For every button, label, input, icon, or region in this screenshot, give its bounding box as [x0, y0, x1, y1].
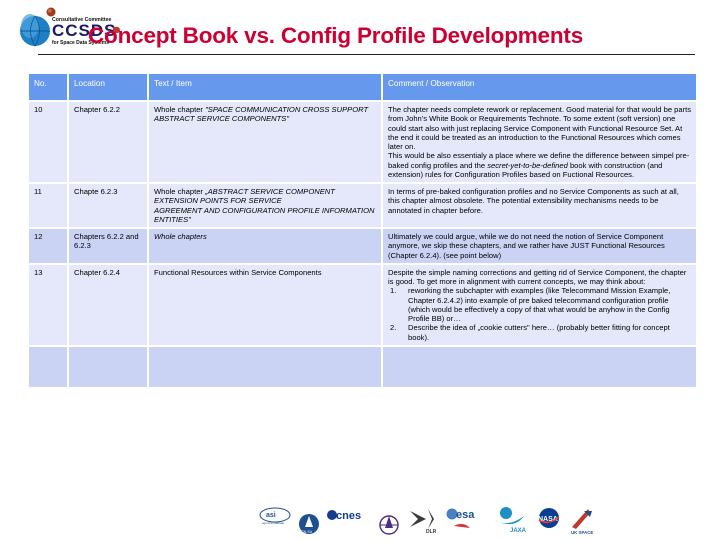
text-italic: Whole chapters: [154, 232, 207, 241]
svg-text:agenzia spaziale: agenzia spaziale: [262, 521, 285, 525]
column-header-no: No.: [29, 74, 67, 100]
comment-paragraph-1: The chapter needs complete rework or rep…: [388, 105, 692, 151]
uk-space-agency-logo-icon: UK SPACE: [571, 509, 593, 535]
comment-numbered-list: 1. reworking the subchapter with examples…: [388, 286, 692, 342]
cell-text: Whole chapter „ABSTRACT SERVICE COMPONEN…: [149, 184, 381, 227]
cas-logo-icon: CN-SA: [299, 514, 319, 534]
cell-no: 12: [29, 229, 67, 263]
svg-text:JAXA: JAXA: [510, 528, 527, 534]
text-italic-line3: ENTITIES": [154, 214, 191, 224]
agency-logo-strip: asi agenzia spaziale CN-SA cnes DLR esa …: [258, 503, 658, 537]
list-item: 1. reworking the subchapter with examples…: [388, 286, 692, 323]
cell-location: Chapters 6.2.2 and 6.2.3: [69, 229, 147, 263]
svg-text:DLR: DLR: [426, 529, 437, 535]
csa-logo-icon: [379, 515, 399, 535]
cell-text: Functional Resources within Service Comp…: [149, 264, 381, 345]
list-item-number: 2.: [390, 323, 397, 333]
review-comments-table: No. Location Text / Item Comment / Obser…: [27, 72, 698, 389]
esa-logo-icon: esa: [446, 508, 475, 528]
cell-comment: In terms of pre-baked configuration prof…: [383, 184, 696, 227]
page-title: Concept Book vs. Config Profile Developm…: [88, 23, 584, 48]
cell-text: Whole chapters: [149, 229, 381, 263]
table-row-empty: [29, 346, 696, 387]
table-row: 11 Chapte 6.2.3 Whole chapter „ABSTRACT …: [29, 184, 696, 227]
cell-location: Chapter 6.2.2: [69, 102, 147, 182]
svg-text:asi: asi: [266, 512, 276, 519]
cell-no: 13: [29, 264, 67, 345]
dlr-logo-icon: DLR: [410, 509, 437, 535]
column-header-comment: Comment / Observation: [383, 74, 696, 100]
comment-paragraph-1: Ultimately we could argue, while we do n…: [388, 232, 665, 260]
text-plain: Whole chapter: [154, 187, 206, 196]
svg-text:UK SPACE: UK SPACE: [571, 530, 593, 535]
nasa-logo-icon: NASA: [538, 508, 560, 528]
cell-text-content: Whole chapter „ABSTRACT SERVICE COMPONEN…: [154, 187, 377, 206]
cell-no: 10: [29, 102, 67, 182]
text-plain: Functional Resources within Service Comp…: [154, 267, 322, 277]
cell-text-empty: [149, 346, 381, 387]
cell-no-empty: [29, 346, 67, 387]
column-header-text: Text / Item: [149, 74, 381, 100]
cell-text-content: Whole chapter "SPACE COMMUNICATION CROSS…: [154, 105, 377, 124]
list-item-text: reworking the subchapter with examples (…: [408, 286, 671, 323]
title-divider: [38, 54, 695, 55]
svg-text:CN-SA: CN-SA: [301, 530, 313, 534]
svg-text:cnes: cnes: [336, 510, 361, 522]
comment-paragraph-1: Despite the simple naming corrections an…: [388, 267, 687, 286]
comment-paragraph-1: In terms of pre-baked configuration prof…: [388, 187, 679, 215]
cell-location: Chapter 6.2.4: [69, 264, 147, 345]
table-header-row: No. Location Text / Item Comment / Obser…: [29, 74, 696, 100]
cell-text: Whole chapter "SPACE COMMUNICATION CROSS…: [149, 102, 381, 182]
cell-location-empty: [69, 346, 147, 387]
list-item-text: Describe the idea of „cookie cutters" he…: [408, 323, 670, 342]
list-item: 2. Describe the idea of „cookie cutters" …: [388, 323, 692, 342]
list-item-number: 1.: [390, 286, 397, 296]
cnes-logo-icon: cnes: [327, 510, 361, 522]
cell-comment: Ultimately we could argue, while we do n…: [383, 229, 696, 263]
planet-highlight: [47, 8, 52, 13]
comment-italic-term: secret-yet-to-be-defined: [487, 160, 568, 170]
slide-header: Consultative Committee CCSDS for Space D…: [0, 0, 720, 64]
cell-no: 11: [29, 184, 67, 227]
comment-paragraph-2: This would be also essentialy a place wh…: [388, 151, 692, 179]
cell-location: Chapte 6.2.3: [69, 184, 147, 227]
table-row: 12 Chapters 6.2.2 and 6.2.3 Whole chapte…: [29, 229, 696, 263]
asi-logo-icon: asi agenzia spaziale: [259, 507, 291, 525]
svg-text:esa: esa: [456, 509, 475, 521]
table-row: 10 Chapter 6.2.2 Whole chapter "SPACE CO…: [29, 102, 696, 182]
table-row: 13 Chapter 6.2.4 Functional Resources wi…: [29, 264, 696, 345]
text-plain: Whole chapter: [154, 105, 206, 114]
cell-comment-empty: [383, 346, 696, 387]
jaxa-logo-icon: JAXA: [494, 507, 527, 534]
text-italic-line2: AGREEMENT AND CONFIGURATION PROFILE INFO…: [154, 205, 375, 215]
cell-comment: Despite the simple naming corrections an…: [383, 264, 696, 345]
column-header-location: Location: [69, 74, 147, 100]
cell-comment: The chapter needs complete rework or rep…: [383, 102, 696, 182]
